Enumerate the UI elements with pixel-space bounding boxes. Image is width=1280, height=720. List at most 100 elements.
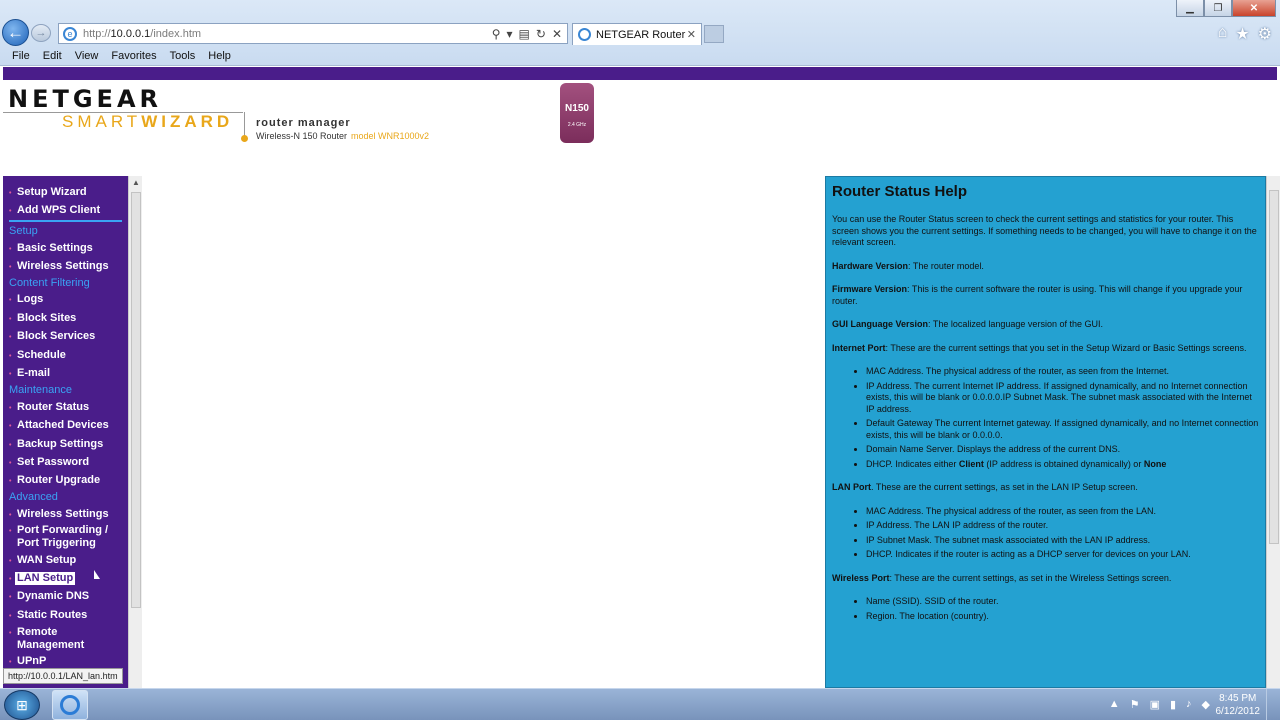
- smartwizard-logo: SMARTWIZARD: [62, 112, 234, 131]
- sidebar-item-block-sites[interactable]: Block Sites: [9, 312, 127, 326]
- menu-edit[interactable]: Edit: [43, 50, 62, 62]
- tab-netgear-router[interactable]: NETGEAR Router ✕: [572, 23, 702, 45]
- menu-file[interactable]: File: [12, 50, 30, 62]
- tray-expand-icon[interactable]: ▲: [1109, 698, 1120, 711]
- sidebar-item-block-services[interactable]: Block Services: [9, 330, 127, 344]
- refresh-icon[interactable]: ↻: [536, 27, 546, 41]
- taskbar-ie-button[interactable]: [52, 690, 88, 720]
- sidebar-item-email[interactable]: E-mail: [9, 367, 127, 381]
- sidebar-item-upnp[interactable]: UPnP: [9, 655, 127, 669]
- sidebar-item-wireless-settings[interactable]: Wireless Settings: [9, 260, 127, 274]
- help-internet-list: MAC Address. The physical address of the…: [866, 366, 1259, 470]
- close-tab-icon[interactable]: ✕: [687, 28, 696, 41]
- sidebar-item-logs[interactable]: Logs: [9, 293, 127, 307]
- help-scrollbar[interactable]: [1266, 176, 1280, 688]
- forward-button[interactable]: →: [31, 24, 51, 42]
- ie-page-icon: e: [63, 26, 77, 41]
- display-icon[interactable]: ▣: [1150, 698, 1160, 711]
- sidebar-item-port-forwarding[interactable]: Port Forwarding / Port Triggering: [9, 524, 127, 550]
- sidebar-item-set-password[interactable]: Set Password: [9, 456, 127, 470]
- system-clock[interactable]: 8:45 PM 6/12/2012: [1216, 692, 1261, 718]
- menu-tools[interactable]: Tools: [170, 50, 196, 62]
- help-wireless-list: Name (SSID). SSID of the router. Region.…: [866, 596, 1259, 622]
- dropdown-icon[interactable]: ▾: [507, 27, 513, 41]
- help-wireless-port: Wireless Port: These are the current set…: [832, 572, 1172, 583]
- logo-dot: [241, 135, 248, 142]
- help-intro: You can use the Router Status screen to …: [832, 214, 1257, 247]
- help-gui-language: GUI Language Version: The localized lang…: [832, 319, 1103, 329]
- system-tray: ▲ ⚑ ▣ ▮ ♪ ◆: [1109, 698, 1210, 711]
- list-item: DHCP. Indicates if the router is acting …: [866, 549, 1259, 561]
- minimize-button[interactable]: ▁: [1176, 0, 1204, 17]
- list-item: MAC Address. The physical address of the…: [866, 506, 1259, 518]
- sidebar-scroll-thumb[interactable]: [131, 192, 141, 608]
- sidebar-scrollbar[interactable]: ▲: [128, 176, 142, 688]
- sidebar-item-backup-settings[interactable]: Backup Settings: [9, 438, 127, 452]
- router-page: NETGEAR SMARTWIZARD router manager Wirel…: [0, 66, 1280, 688]
- model-number: model WNR1000v2: [351, 131, 430, 141]
- sidebar-header-setup: Setup: [9, 225, 38, 237]
- favorites-star-icon[interactable]: ★: [1235, 24, 1249, 44]
- sidebar-menu: Setup Wizard Add WPS Client Setup Basic …: [3, 176, 128, 688]
- help-lan-list: MAC Address. The physical address of the…: [866, 506, 1259, 561]
- ie-tab-icon: [578, 28, 591, 41]
- list-item: IP Address. The LAN IP address of the ro…: [866, 520, 1259, 532]
- volume-icon[interactable]: ♪: [1186, 698, 1192, 711]
- address-url[interactable]: http://10.0.0.1/index.htm: [83, 28, 201, 40]
- tab-title: NETGEAR Router: [596, 28, 686, 41]
- sidebar-item-static-routes[interactable]: Static Routes: [9, 609, 127, 623]
- help-lan-port: LAN Port. These are the current settings…: [832, 482, 1138, 492]
- brand-name: NETGEAR: [8, 85, 162, 113]
- settings-gear-icon[interactable]: ⚙: [1258, 24, 1272, 44]
- n150-badge: N150 2.4 GHz: [560, 83, 594, 143]
- new-tab-button[interactable]: [704, 25, 724, 43]
- search-icon[interactable]: ⚲: [492, 27, 501, 41]
- network-icon[interactable]: ▮: [1170, 698, 1176, 711]
- help-title: Router Status Help: [832, 183, 968, 200]
- list-item: MAC Address. The physical address of the…: [866, 366, 1259, 378]
- sidebar-item-remote-management[interactable]: Remote Management: [9, 626, 127, 652]
- sidebar-item-advanced-wireless-settings[interactable]: Wireless Settings: [9, 508, 127, 522]
- sidebar-item-router-status[interactable]: Router Status: [9, 401, 127, 415]
- list-item: Name (SSID). SSID of the router.: [866, 596, 1259, 608]
- sidebar-item-attached-devices[interactable]: Attached Devices: [9, 419, 127, 433]
- router-manager-title: router manager: [256, 117, 351, 129]
- back-button[interactable]: ←: [2, 19, 29, 46]
- menu-favorites[interactable]: Favorites: [111, 50, 156, 62]
- stop-icon[interactable]: ✕: [552, 27, 562, 41]
- address-bar[interactable]: e http://10.0.0.1/index.htm ⚲ ▾ ▤ ↻ ✕: [58, 23, 568, 44]
- sidebar-header-maintenance: Maintenance: [9, 384, 72, 396]
- menu-view[interactable]: View: [75, 50, 99, 62]
- help-scroll-thumb[interactable]: [1269, 190, 1279, 544]
- scroll-up-icon[interactable]: ▲: [132, 178, 140, 187]
- compatibility-icon[interactable]: ▤: [519, 27, 530, 41]
- show-desktop-button[interactable]: [1266, 689, 1280, 720]
- sidebar-item-basic-settings[interactable]: Basic Settings: [9, 242, 127, 256]
- ie-icon: [60, 695, 80, 715]
- security-icon[interactable]: ◆: [1202, 698, 1210, 711]
- list-item: Default Gateway The current Internet gat…: [866, 418, 1259, 441]
- home-icon[interactable]: ⌂: [1218, 24, 1228, 44]
- sidebar-item-schedule[interactable]: Schedule: [9, 349, 127, 363]
- help-internet-port: Internet Port: These are the current set…: [832, 342, 1247, 353]
- sidebar-item-add-wps-client[interactable]: Add WPS Client: [9, 204, 127, 218]
- mouse-cursor-icon: [94, 570, 100, 579]
- netgear-logo: NETGEAR SMARTWIZARD: [8, 85, 229, 131]
- menu-help[interactable]: Help: [208, 50, 231, 62]
- list-item: Domain Name Server. Displays the address…: [866, 444, 1259, 456]
- list-item: Region. The location (country).: [866, 611, 1259, 623]
- logo-divider: [3, 112, 243, 113]
- start-button[interactable]: ⊞: [4, 690, 40, 720]
- maximize-button[interactable]: ❐: [1204, 0, 1232, 17]
- close-window-button[interactable]: ✕: [1232, 0, 1276, 17]
- sidebar-item-setup-wizard[interactable]: Setup Wizard: [9, 186, 127, 200]
- sidebar-item-wan-setup[interactable]: WAN Setup: [9, 554, 127, 568]
- menu-bar: File Edit View Favorites Tools Help: [0, 47, 1280, 65]
- list-item: IP Address. The current Internet IP addr…: [866, 381, 1259, 416]
- windows-logo-icon: ⊞: [16, 697, 28, 713]
- flag-icon[interactable]: ⚑: [1130, 698, 1140, 711]
- sidebar-item-lan-setup[interactable]: LAN Setup: [9, 572, 127, 586]
- sidebar-header-advanced: Advanced: [9, 491, 58, 503]
- sidebar-item-router-upgrade[interactable]: Router Upgrade: [9, 474, 127, 488]
- sidebar-item-dynamic-dns[interactable]: Dynamic DNS: [9, 590, 127, 604]
